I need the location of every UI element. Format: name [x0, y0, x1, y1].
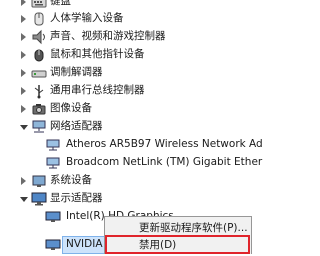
usb-icon [31, 83, 47, 99]
tree-item-label: 键盘 [50, 0, 71, 7]
tree-item-label: Broadcom NetLink (TM) Gigabit Ether [66, 156, 263, 168]
menu-item-update-driver[interactable]: 更新驱动程序软件(P)... [139, 221, 248, 235]
tree-item-usb[interactable]: 通用串行总线控制器 [0, 81, 190, 101]
tree-item-label: Atheros AR5B97 Wireless Network Ad [66, 138, 263, 150]
tree-item-system-devices[interactable]: 系统设备 [0, 171, 140, 191]
mouse-icon [31, 47, 47, 63]
tree-item-display-adapters[interactable]: 显示适配器 [0, 189, 140, 209]
tree-item-label: 通用串行总线控制器 [50, 84, 145, 96]
expand-arrow-icon[interactable] [21, 33, 26, 41]
expand-arrow-icon[interactable] [21, 87, 26, 95]
device-tree: 键盘 人体学输入设备 声音、视频和游戏控制器 鼠标和其他指针设备 调制解调器 通… [0, 0, 263, 254]
expand-arrow-icon[interactable] [21, 51, 26, 59]
tree-item-atheros[interactable]: Atheros AR5B97 Wireless Network Ad [0, 135, 263, 155]
tree-item-sound[interactable]: 声音、视频和游戏控制器 [0, 27, 200, 47]
tree-item-network-adapters[interactable]: 网络适配器 [0, 117, 140, 137]
speaker-icon [31, 29, 47, 45]
display-adapter-icon [31, 191, 47, 207]
display-card-icon [45, 209, 61, 225]
red-highlight-box [105, 235, 250, 254]
tree-item-label: 鼠标和其他指针设备 [50, 48, 145, 60]
tree-item-label: 声音、视频和游戏控制器 [50, 30, 166, 42]
tree-item-label: 网络适配器 [50, 120, 103, 132]
expand-arrow-icon[interactable] [21, 15, 26, 23]
tree-item-hid[interactable]: 人体学输入设备 [0, 9, 160, 29]
network-card-icon [45, 155, 61, 171]
system-device-icon [31, 173, 47, 189]
expand-arrow-icon[interactable] [21, 0, 26, 6]
display-card-icon [45, 237, 61, 253]
tree-item-mouse[interactable]: 鼠标和其他指针设备 [0, 45, 180, 65]
collapse-arrow-icon[interactable] [20, 197, 28, 202]
tree-item-label: 人体学输入设备 [50, 12, 124, 24]
expand-arrow-icon[interactable] [21, 69, 26, 77]
tree-item-label: 显示适配器 [50, 192, 103, 204]
tree-item-label: 系统设备 [50, 174, 92, 186]
tree-item-broadcom[interactable]: Broadcom NetLink (TM) Gigabit Ether [0, 153, 262, 173]
collapse-arrow-icon[interactable] [20, 125, 28, 130]
network-card-icon [45, 137, 61, 153]
tree-item-label: 调制解调器 [50, 66, 103, 78]
tree-item-label: 图像设备 [50, 102, 92, 114]
tree-item-modem[interactable]: 调制解调器 [0, 63, 140, 83]
modem-icon [31, 65, 47, 81]
camera-icon [31, 101, 47, 117]
network-adapter-icon [31, 119, 47, 135]
expand-arrow-icon[interactable] [21, 105, 26, 113]
expand-arrow-icon[interactable] [21, 177, 26, 185]
hid-device-icon [31, 11, 47, 27]
tree-item-imaging[interactable]: 图像设备 [0, 99, 140, 119]
